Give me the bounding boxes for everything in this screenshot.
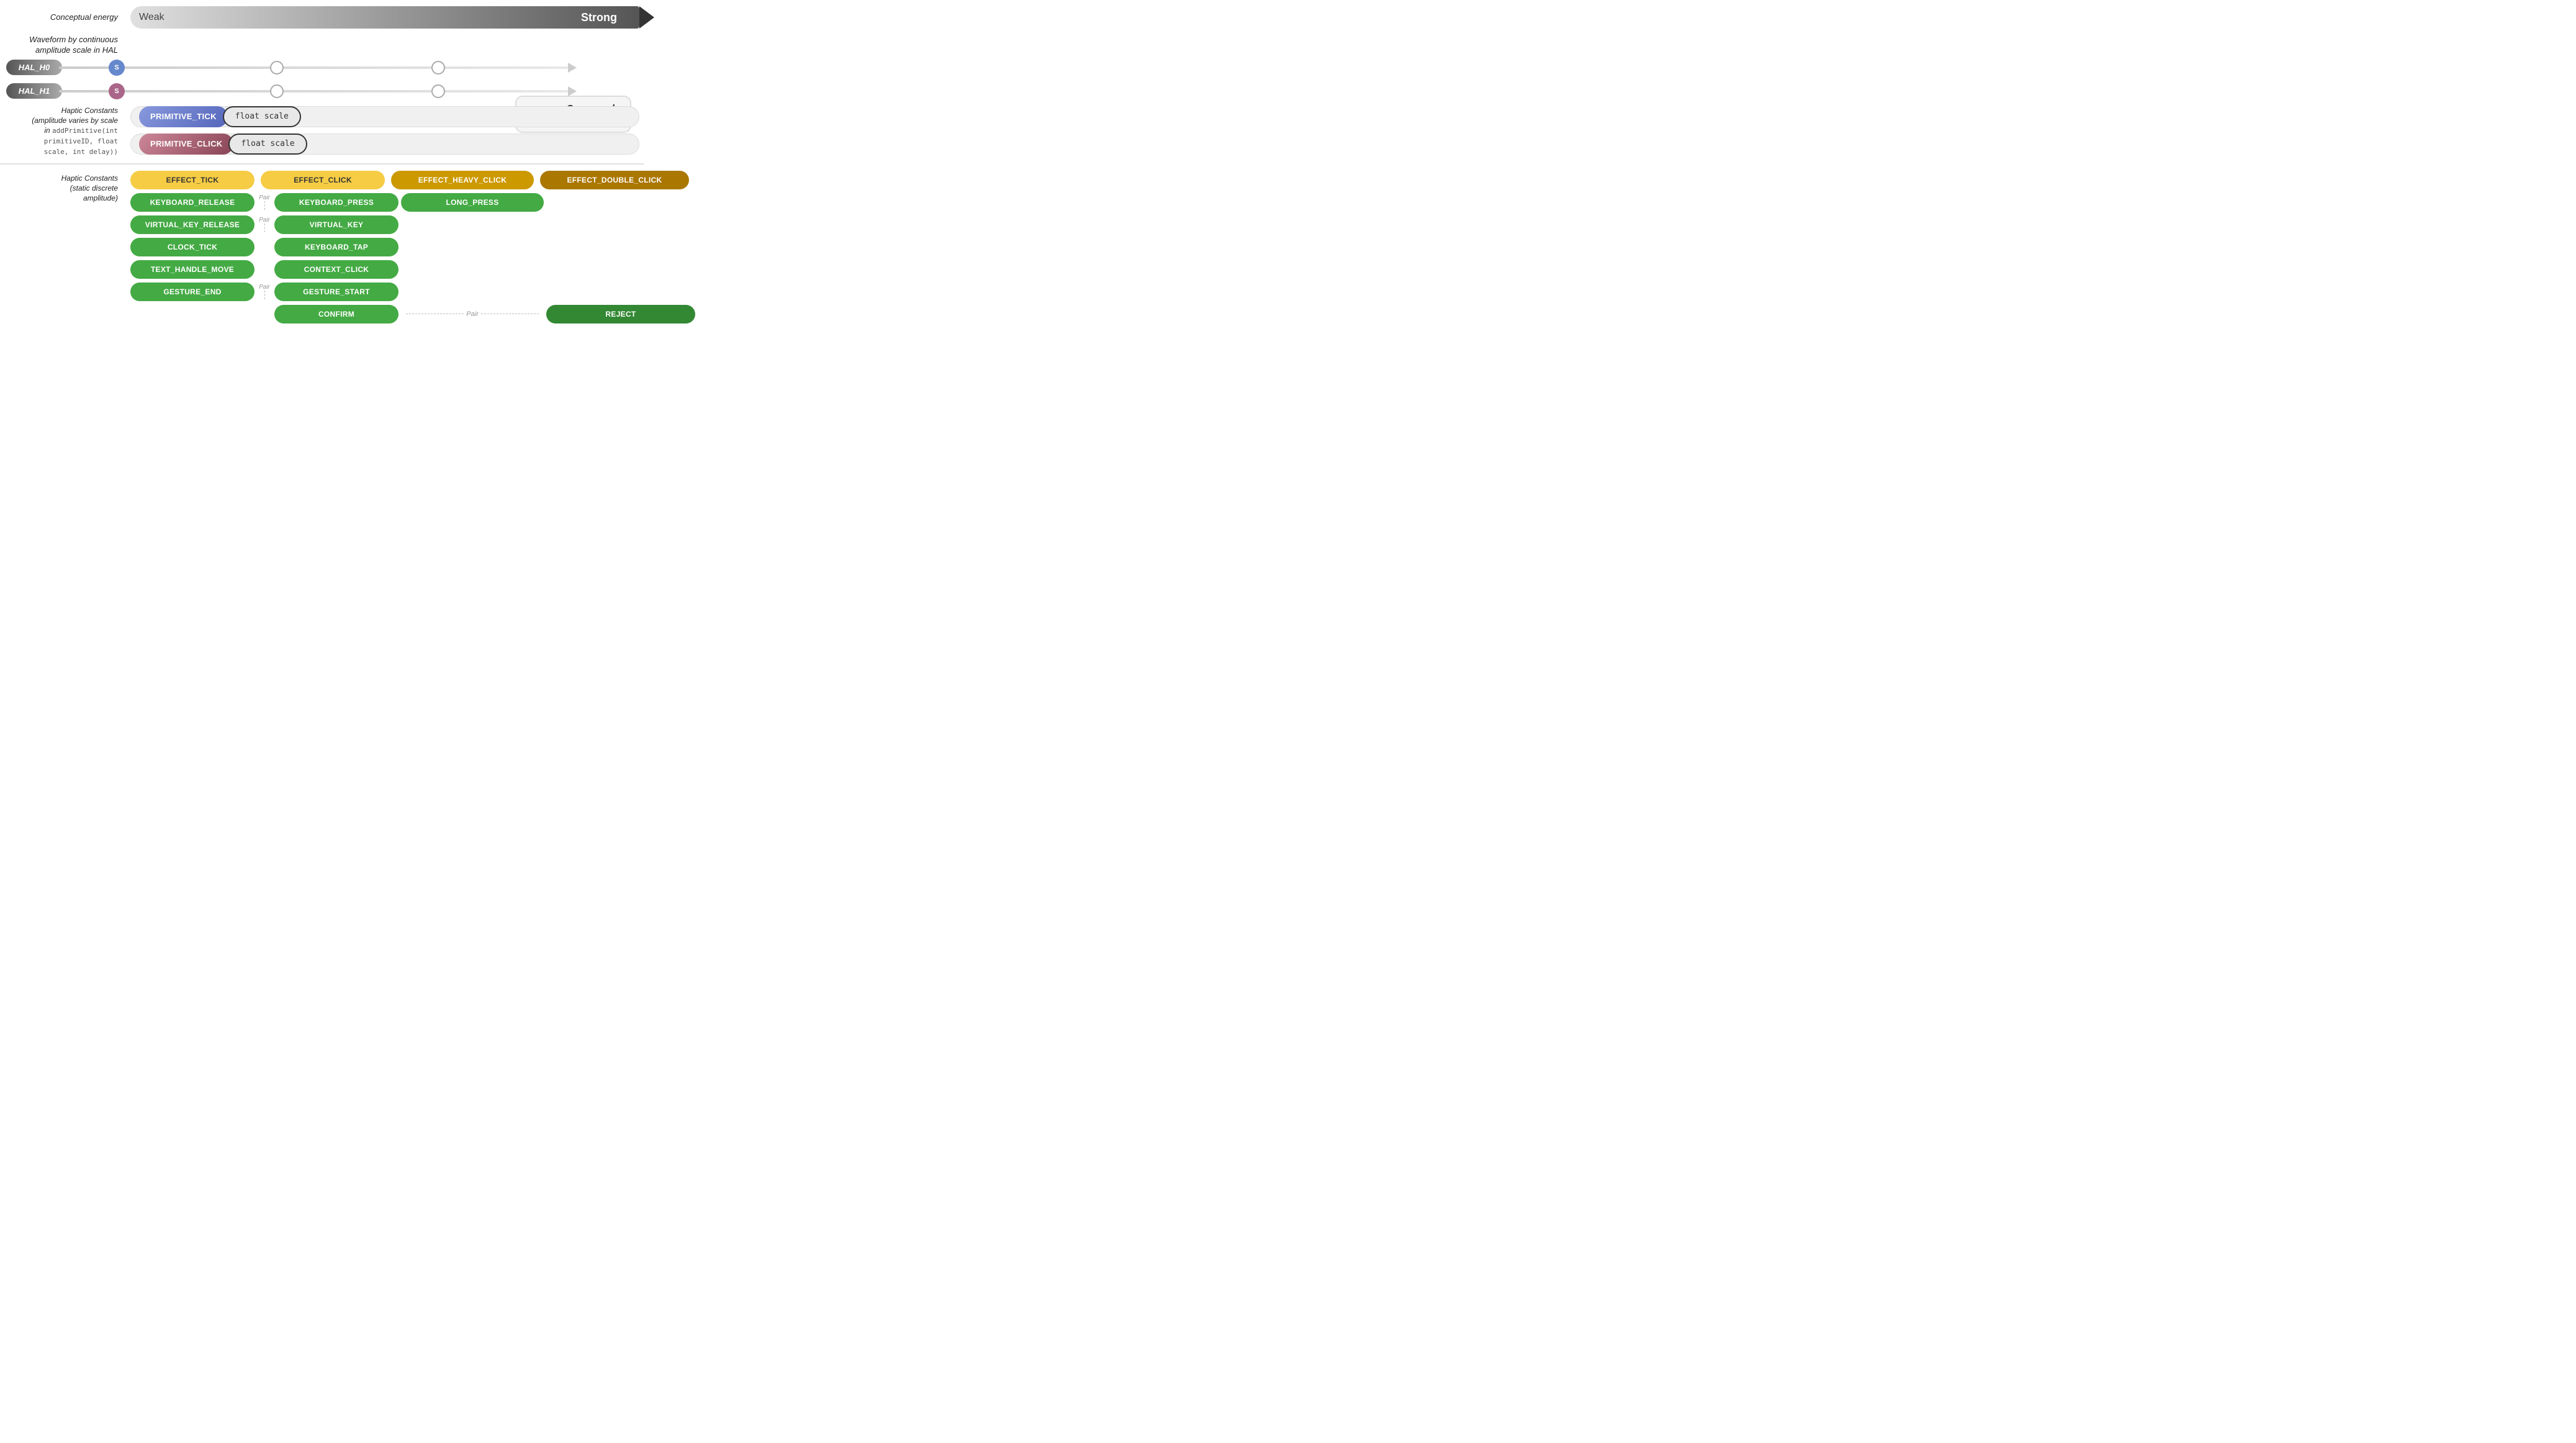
- effect-heavy-click-pill[interactable]: EFFECT_HEAVY_CLICK: [391, 171, 534, 189]
- hal-h1-start-dot: S: [109, 83, 125, 99]
- hal-h1-label: HAL_H1: [6, 83, 62, 99]
- context-click-pill[interactable]: CONTEXT_CLICK: [274, 260, 399, 279]
- effect-tick-pill[interactable]: EFFECT_TICK: [130, 171, 254, 189]
- clock-tick-pill[interactable]: CLOCK_TICK: [130, 238, 254, 256]
- primitive-click-param: float scale: [228, 133, 307, 155]
- hal-h0-mid-dot-1: [270, 61, 284, 75]
- waveform-label-row: Waveform by continuousamplitude scale in…: [0, 35, 644, 56]
- text-handle-move-pill[interactable]: TEXT_HANDLE_MOVE: [130, 260, 254, 279]
- hal-h1-mid-dot-1: [270, 84, 284, 98]
- energy-bar-arrow: [639, 6, 654, 29]
- hal-h1-track: S: [59, 90, 568, 93]
- pair-label-1: Pair: [259, 194, 270, 201]
- effect-click-pill[interactable]: EFFECT_CLICK: [261, 171, 385, 189]
- hal-h0-row: HAL_H0 S Composeddouble click: [0, 58, 644, 77]
- waveform-label: Waveform by continuousamplitude scale in…: [6, 35, 130, 56]
- pair-label-4: Pair: [466, 310, 479, 318]
- conceptual-energy-row: Conceptual energy Weak Strong: [0, 6, 644, 29]
- keyboard-release-pill[interactable]: KEYBOARD_RELEASE: [130, 193, 254, 212]
- pair-label-2: Pair: [259, 217, 270, 224]
- energy-strong-label: Strong: [581, 11, 617, 24]
- pair-label-3: Pair: [259, 284, 270, 291]
- primitive-tick-param: float scale: [223, 106, 301, 127]
- energy-weak-label: Weak: [139, 12, 164, 23]
- haptic-bottom-label: Haptic Constants(static discreteamplitud…: [6, 171, 130, 323]
- long-press-pill[interactable]: LONG_PRESS: [401, 193, 544, 212]
- energy-bar-container: Weak Strong: [130, 6, 644, 29]
- effect-double-click-pill[interactable]: EFFECT_DOUBLE_CLICK: [540, 171, 689, 189]
- virtual-key-release-pill[interactable]: VIRTUAL_KEY_RELEASE: [130, 215, 254, 234]
- hal-h0-start-dot: S: [109, 60, 125, 76]
- energy-gradient-bar: Weak Strong: [130, 6, 639, 29]
- hal-h1-arrow: [568, 86, 577, 96]
- keyboard-tap-pill[interactable]: KEYBOARD_TAP: [274, 238, 399, 256]
- confirm-pill[interactable]: CONFIRM: [274, 305, 399, 323]
- haptic-bottom-section: Haptic Constants(static discreteamplitud…: [0, 171, 644, 323]
- primitive-click-pill-group: PRIMITIVE_CLICK float scale: [139, 133, 307, 155]
- hal-h0-mid-dot-2: [431, 61, 445, 75]
- gesture-end-pill[interactable]: GESTURE_END: [130, 283, 254, 301]
- primitive-tick-pill-group: PRIMITIVE_TICK float scale: [139, 106, 301, 127]
- primitive-tick-row: PRIMITIVE_TICK float scale: [130, 106, 639, 128]
- virtual-key-pill[interactable]: VIRTUAL_KEY: [274, 215, 399, 234]
- primitive-tick-name: PRIMITIVE_TICK: [139, 106, 228, 127]
- haptic-constants-top-label: Haptic Constants(amplitude varies by sca…: [6, 106, 130, 157]
- section-divider: [0, 163, 644, 165]
- main-container: Conceptual energy Weak Strong Waveform b…: [0, 0, 644, 330]
- primitive-click-name: PRIMITIVE_CLICK: [139, 133, 233, 155]
- hal-h0-label: HAL_H0: [6, 60, 62, 75]
- gesture-start-pill[interactable]: GESTURE_START: [274, 283, 399, 301]
- hal-h1-slider: S: [59, 82, 644, 101]
- hal-h0-slider: S: [59, 58, 644, 77]
- hal-h0-track: S: [59, 66, 568, 69]
- primitive-click-row: PRIMITIVE_CLICK float scale: [130, 133, 639, 155]
- hal-h1-mid-dot-2: [431, 84, 445, 98]
- keyboard-press-pill[interactable]: KEYBOARD_PRESS: [274, 193, 399, 212]
- hal-h1-row: HAL_H1 S: [0, 82, 644, 101]
- reject-pill[interactable]: REJECT: [546, 305, 695, 323]
- conceptual-energy-label: Conceptual energy: [6, 12, 130, 23]
- hal-h0-arrow: [568, 63, 577, 73]
